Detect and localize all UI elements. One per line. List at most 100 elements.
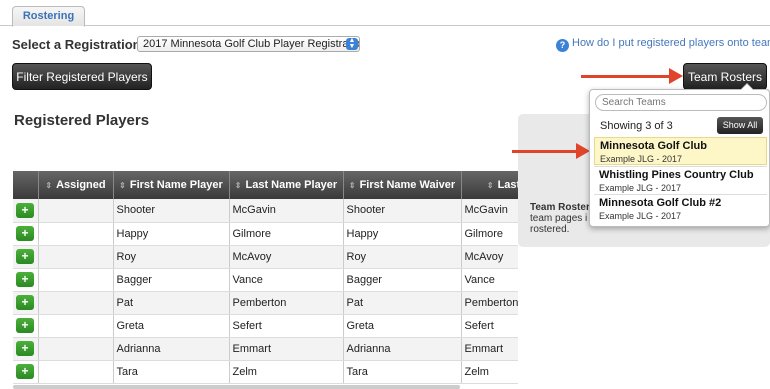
table-row: + Shooter McGavin Shooter McGavin — [13, 199, 518, 223]
last-name-player-cell: McGavin — [229, 199, 344, 223]
add-cell: + — [13, 314, 39, 338]
tab-bar: Rostering — [0, 0, 770, 27]
add-cell: + — [13, 337, 39, 361]
team-option-whistling-pines[interactable]: Whistling Pines Country Club Example JLG… — [594, 166, 767, 194]
first-name-player-cell: Adrianna — [113, 337, 230, 361]
last-name-waiver-cell: Pemberton — [461, 291, 518, 315]
assigned-cell — [38, 199, 114, 223]
plus-arrow-icon[interactable]: + — [16, 318, 34, 333]
last-name-waiver-cell: Emmart — [461, 337, 518, 361]
first-name-player-cell: Bagger — [113, 268, 230, 292]
sort-icon: ⇕ — [119, 181, 126, 190]
tab-rostering[interactable]: Rostering — [12, 6, 85, 27]
dropdown-caret-inner — [741, 84, 753, 90]
add-cell: + — [13, 291, 39, 315]
help-link[interactable]: ? How do I put registered players onto te… — [556, 37, 770, 52]
sort-icon: ⇕ — [486, 181, 494, 190]
team-rosters-button[interactable]: Team Rosters — [683, 63, 767, 90]
table-row: + Happy Gilmore Happy Gilmore — [13, 222, 518, 246]
sort-icon: ⇕ — [45, 181, 53, 190]
column-header-last-name-player[interactable]: ⇕ Last Name Player — [229, 171, 344, 199]
table-row: + Bagger Vance Bagger Vance — [13, 268, 518, 292]
first-name-waiver-cell: Happy — [343, 222, 462, 246]
first-name-player-cell: Greta — [113, 314, 230, 338]
add-cell: + — [13, 268, 39, 292]
show-all-button[interactable]: Show All — [717, 117, 763, 134]
last-name-waiver-cell: Zelm — [461, 360, 518, 384]
assigned-cell — [38, 360, 114, 384]
table-row: + Adrianna Emmart Adrianna Emmart — [13, 337, 518, 361]
first-name-waiver-cell: Bagger — [343, 268, 462, 292]
first-name-waiver-cell: Greta — [343, 314, 462, 338]
column-header-label: First Name Player — [129, 179, 223, 191]
first-name-waiver-cell: Shooter — [343, 199, 462, 223]
table-row: + Pat Pemberton Pat Pemberton — [13, 291, 518, 315]
last-name-waiver-cell: Sefert — [461, 314, 518, 338]
annotation-arrow-head-2 — [576, 143, 590, 159]
registration-label: Select a Registration: — [12, 37, 145, 52]
last-name-waiver-cell: McAvoy — [461, 245, 518, 269]
table-row: + Greta Sefert Greta Sefert — [13, 314, 518, 338]
registration-select-value: 2017 Minnesota Golf Club Player Registra… — [143, 38, 360, 50]
team-option-minnesota-golf-club[interactable]: Minnesota Golf Club Example JLG - 2017 — [594, 137, 767, 165]
assigned-cell — [38, 314, 114, 338]
search-teams-input[interactable] — [595, 94, 767, 111]
plus-arrow-icon[interactable]: + — [16, 364, 34, 379]
table-header-row: ⇕ Assigned ⇕ First Name Player ⇕ Last Name … — [13, 171, 518, 199]
column-header-last-name-waiver[interactable]: ⇕Last Nam — [461, 171, 518, 199]
column-header-assigned[interactable]: ⇕ Assigned — [38, 171, 114, 199]
plus-arrow-icon[interactable]: + — [16, 272, 34, 287]
plus-arrow-icon[interactable]: + — [16, 341, 34, 356]
filter-registered-players-button[interactable]: Filter Registered Players — [12, 63, 152, 90]
last-name-player-cell: Sefert — [229, 314, 344, 338]
team-subtitle: Example JLG - 2017 — [599, 211, 682, 221]
plus-arrow-icon[interactable]: + — [16, 249, 34, 264]
annotation-arrow-line-2 — [512, 150, 578, 153]
annotation-arrow-head — [669, 68, 683, 84]
info-panel-text: team pages i — [530, 213, 588, 224]
first-name-waiver-cell: Tara — [343, 360, 462, 384]
registration-select[interactable]: 2017 Minnesota Golf Club Player Registra… — [137, 36, 360, 52]
add-cell: + — [13, 360, 39, 384]
horizontal-scrollbar[interactable] — [13, 385, 460, 389]
last-name-waiver-cell: McGavin — [461, 199, 518, 223]
first-name-player-cell: Happy — [113, 222, 230, 246]
add-cell: + — [13, 199, 39, 223]
column-header-label: First Name Waiver — [359, 179, 456, 191]
info-panel-text-2: rostered. — [530, 224, 570, 235]
team-name: Minnesota Golf Club — [600, 140, 707, 152]
last-name-player-cell: Gilmore — [229, 222, 344, 246]
last-name-player-cell: Zelm — [229, 360, 344, 384]
section-title: Registered Players — [14, 112, 150, 129]
last-name-player-cell: Emmart — [229, 337, 344, 361]
plus-arrow-icon[interactable]: + — [16, 295, 34, 310]
last-name-waiver-cell: Vance — [461, 268, 518, 292]
column-header-first-name-waiver[interactable]: ⇕ First Name Waiver — [343, 171, 462, 199]
team-option-minnesota-golf-club-2[interactable]: Minnesota Golf Club #2 Example JLG - 201… — [594, 194, 767, 222]
annotation-arrow-line — [581, 75, 671, 78]
column-header-label: Assigned — [56, 179, 106, 191]
last-name-player-cell: Vance — [229, 268, 344, 292]
assigned-cell — [38, 245, 114, 269]
sort-icon: ⇕ — [348, 181, 356, 190]
registered-players-table: ⇕ Assigned ⇕ First Name Player ⇕ Last Name … — [13, 171, 518, 389]
up-down-chevron-icon: ▲ ▼ — [346, 37, 358, 50]
team-rosters-dropdown: Showing 3 of 3 Show All Minnesota Golf C… — [589, 83, 770, 227]
last-name-player-cell: McAvoy — [229, 245, 344, 269]
plus-arrow-icon[interactable]: + — [16, 202, 34, 218]
first-name-waiver-cell: Adrianna — [343, 337, 462, 361]
first-name-waiver-cell: Pat — [343, 291, 462, 315]
team-subtitle: Example JLG - 2017 — [600, 154, 683, 164]
add-cell: + — [13, 222, 39, 246]
info-panel-title: Team Roster — [530, 202, 590, 213]
column-header-label: Last Nam — [497, 179, 518, 191]
assigned-cell — [38, 222, 114, 246]
team-name: Whistling Pines Country Club — [599, 169, 754, 181]
plus-arrow-icon[interactable]: + — [16, 226, 34, 241]
column-header-first-name-player[interactable]: ⇕ First Name Player — [113, 171, 230, 199]
first-name-player-cell: Roy — [113, 245, 230, 269]
assigned-cell — [38, 268, 114, 292]
showing-count: Showing 3 of 3 — [600, 120, 673, 132]
last-name-waiver-cell: Gilmore — [461, 222, 518, 246]
team-subtitle: Example JLG - 2017 — [599, 183, 682, 193]
